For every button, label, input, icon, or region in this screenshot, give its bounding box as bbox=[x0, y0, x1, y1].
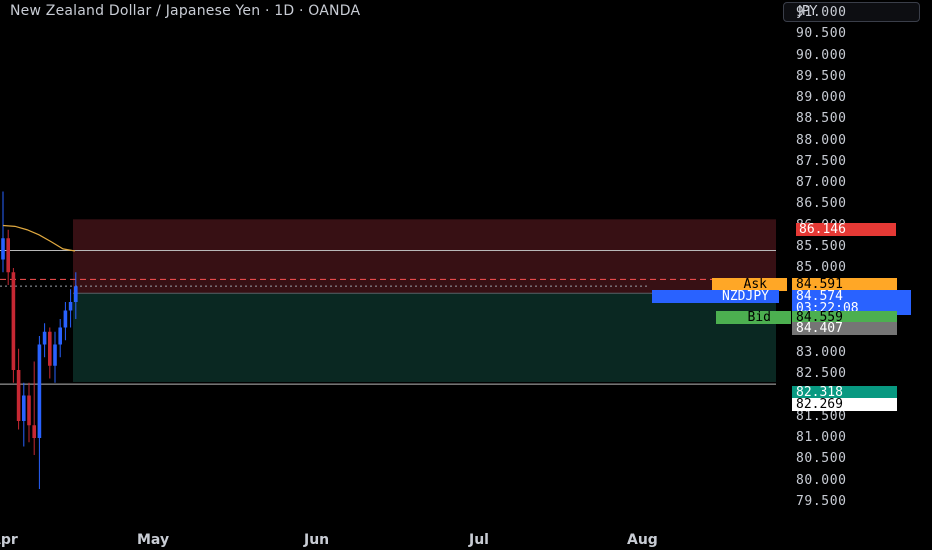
price-tick: 87.000 bbox=[796, 175, 847, 190]
candle-body bbox=[74, 286, 78, 302]
candle-body bbox=[22, 395, 26, 421]
price-tick: 80.500 bbox=[796, 451, 847, 467]
month-label: Apr bbox=[0, 532, 18, 548]
price-tick: 85.000 bbox=[796, 260, 847, 275]
price-tick: 88.000 bbox=[796, 132, 847, 148]
price-tick: 89.500 bbox=[796, 68, 847, 84]
candle-body bbox=[32, 425, 36, 438]
price-tick: 91.000 bbox=[796, 5, 847, 20]
chart-title: New Zealand Dollar / Japanese Yen · 1D ·… bbox=[10, 3, 361, 19]
candle-body bbox=[58, 327, 62, 345]
line-price-label: 82.269 bbox=[792, 398, 897, 411]
price-tick: 80.000 bbox=[796, 472, 847, 488]
price-tick: 85.500 bbox=[796, 238, 847, 254]
candle-body bbox=[63, 310, 68, 328]
price-tick: 87.500 bbox=[796, 153, 847, 169]
price-tick: 86.500 bbox=[796, 196, 847, 212]
price-tick: 90.500 bbox=[796, 26, 847, 42]
month-label: Jun bbox=[304, 532, 330, 548]
candle-body bbox=[37, 344, 42, 438]
candle-body bbox=[27, 395, 31, 426]
price-tick: 83.000 bbox=[796, 345, 847, 360]
price-tick: 88.500 bbox=[796, 111, 847, 127]
candle-body bbox=[53, 344, 57, 366]
candle-body bbox=[42, 331, 47, 345]
price-chart[interactable] bbox=[0, 0, 932, 550]
month-label: Aug bbox=[627, 532, 658, 548]
entry-price-label: 84.407 bbox=[792, 322, 897, 335]
month-label: Jul bbox=[469, 532, 489, 548]
stop-zone bbox=[73, 219, 776, 294]
price-tick: 90.000 bbox=[796, 47, 847, 63]
bid-tag: Bid bbox=[716, 311, 791, 324]
price-tick: 81.000 bbox=[796, 430, 847, 445]
candle-body bbox=[68, 302, 73, 311]
target-zone bbox=[73, 293, 776, 382]
candle-body bbox=[1, 238, 5, 260]
month-label: May bbox=[137, 532, 170, 548]
candle-body bbox=[11, 272, 16, 370]
candle-body bbox=[6, 238, 10, 273]
price-tick: 89.000 bbox=[796, 90, 847, 105]
moving-average-line bbox=[2, 224, 76, 252]
price-tick: 79.500 bbox=[796, 493, 847, 509]
candle-body bbox=[16, 370, 21, 421]
symbol-tag: NZDJPY bbox=[652, 290, 779, 303]
stop-loss-label: 86.146 bbox=[796, 223, 896, 236]
candle-body bbox=[48, 331, 52, 366]
price-tick: 82.500 bbox=[796, 366, 847, 382]
